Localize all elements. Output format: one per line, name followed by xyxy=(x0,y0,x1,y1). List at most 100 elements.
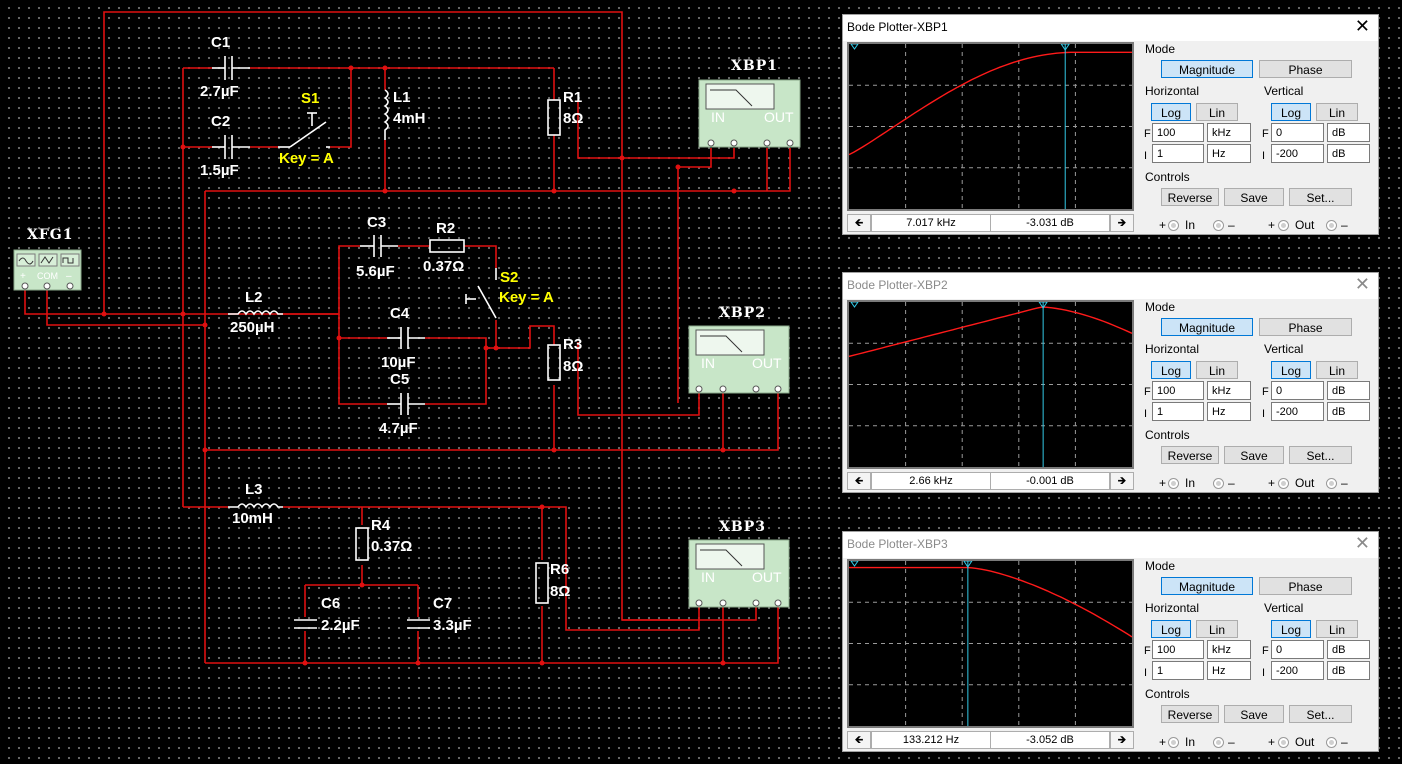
bode-window-xbp3[interactable]: Bode Plotter-XBP3 ✕ 🡸 133.212 Hz -3.052 … xyxy=(842,531,1379,752)
resistor-r2[interactable]: R2 0.37Ω xyxy=(423,220,465,275)
save-button[interactable]: Save xyxy=(1224,705,1284,723)
vertical-lin-button[interactable]: Lin xyxy=(1316,361,1358,379)
in-minus-terminal[interactable] xyxy=(1213,737,1224,748)
inductor-l3[interactable]: L3 10mH xyxy=(228,481,283,527)
capacitor-c1[interactable]: C1 2.7µF xyxy=(200,34,250,100)
left-cursor-marker-icon[interactable] xyxy=(850,44,859,50)
bode-plot-screen[interactable] xyxy=(847,559,1134,728)
vertical-lin-button[interactable]: Lin xyxy=(1316,620,1358,638)
out-plus-terminal[interactable] xyxy=(1278,478,1289,489)
vertical-final-unit[interactable]: dB xyxy=(1327,381,1370,400)
vertical-final-input[interactable]: 0 xyxy=(1271,640,1324,659)
phase-button[interactable]: Phase xyxy=(1259,577,1352,595)
function-generator-xfg1[interactable]: XFG1 + COM – xyxy=(13,227,82,291)
horizontal-final-input[interactable]: 100 xyxy=(1152,381,1204,400)
bode-plotter-xbp1[interactable]: XBP1 IN OUT xyxy=(698,58,801,148)
bode-plotter-xbp3[interactable]: XBP3 IN OUT xyxy=(688,519,790,608)
bode-plotter-xbp2[interactable]: XBP2 IN OUT xyxy=(688,305,790,394)
cursor-right-arrow-icon[interactable]: 🡺 xyxy=(1110,731,1134,749)
vertical-final-input[interactable]: 0 xyxy=(1271,123,1324,142)
horizontal-final-unit[interactable]: kHz xyxy=(1207,381,1251,400)
capacitor-c4[interactable]: C4 10µF xyxy=(381,305,425,371)
window-titlebar[interactable]: Bode Plotter-XBP3 ✕ xyxy=(843,532,1378,558)
out-minus-terminal[interactable] xyxy=(1326,478,1337,489)
horizontal-final-input[interactable]: 100 xyxy=(1152,123,1204,142)
horizontal-initial-input[interactable]: 1 xyxy=(1152,144,1204,163)
save-button[interactable]: Save xyxy=(1224,188,1284,206)
vertical-initial-unit[interactable]: dB xyxy=(1327,661,1370,680)
bode-window-xbp2[interactable]: Bode Plotter-XBP2 ✕ 🡸 2.66 kHz -0.001 dB… xyxy=(842,272,1379,493)
switch-s1[interactable]: S1 Key = A xyxy=(278,90,334,167)
horizontal-final-unit[interactable]: kHz xyxy=(1207,123,1251,142)
magnitude-button[interactable]: Magnitude xyxy=(1161,577,1253,595)
out-minus-terminal[interactable] xyxy=(1326,737,1337,748)
vertical-initial-input[interactable]: -200 xyxy=(1271,402,1324,421)
vertical-final-unit[interactable]: dB xyxy=(1327,123,1370,142)
out-plus-terminal[interactable] xyxy=(1278,220,1289,231)
cursor-left-arrow-icon[interactable]: 🡸 xyxy=(847,214,871,232)
resistor-r4[interactable]: R4 0.37Ω xyxy=(355,517,412,561)
magnitude-button[interactable]: Magnitude xyxy=(1161,318,1253,336)
save-button[interactable]: Save xyxy=(1224,446,1284,464)
vertical-initial-unit[interactable]: dB xyxy=(1327,402,1370,421)
horizontal-initial-unit[interactable]: Hz xyxy=(1207,402,1251,421)
horizontal-initial-unit[interactable]: Hz xyxy=(1207,661,1251,680)
in-minus-terminal[interactable] xyxy=(1213,220,1224,231)
horizontal-lin-button[interactable]: Lin xyxy=(1196,103,1238,121)
left-cursor-marker-icon[interactable] xyxy=(850,302,859,308)
reverse-button[interactable]: Reverse xyxy=(1161,446,1219,464)
vertical-lin-button[interactable]: Lin xyxy=(1316,103,1358,121)
vertical-initial-unit[interactable]: dB xyxy=(1327,144,1370,163)
inductor-l1[interactable]: L1 4mH xyxy=(383,89,426,140)
horizontal-lin-button[interactable]: Lin xyxy=(1196,620,1238,638)
magnitude-button[interactable]: Magnitude xyxy=(1161,60,1253,78)
cursor-right-arrow-icon[interactable]: 🡺 xyxy=(1110,214,1134,232)
bode-plot-screen[interactable] xyxy=(847,300,1134,469)
reverse-button[interactable]: Reverse xyxy=(1161,188,1219,206)
vertical-initial-input[interactable]: -200 xyxy=(1271,144,1324,163)
out-plus-terminal[interactable] xyxy=(1278,737,1289,748)
window-titlebar[interactable]: Bode Plotter-XBP2 ✕ xyxy=(843,273,1378,299)
schematic-canvas[interactable]: C1 2.7µF C2 1.5µF S1 Key = A L1 4mH R1 8… xyxy=(0,0,840,764)
vertical-final-unit[interactable]: dB xyxy=(1327,640,1370,659)
phase-button[interactable]: Phase xyxy=(1259,60,1352,78)
switch-s2[interactable]: S2 Key = A xyxy=(465,268,554,319)
set-button[interactable]: Set... xyxy=(1289,446,1352,464)
bode-window-xbp1[interactable]: Bode Plotter-XBP1 ✕ 🡸 7.017 kHz -3.031 d… xyxy=(842,14,1379,235)
close-icon[interactable]: ✕ xyxy=(1355,274,1370,295)
vertical-initial-input[interactable]: -200 xyxy=(1271,661,1324,680)
horizontal-initial-unit[interactable]: Hz xyxy=(1207,144,1251,163)
window-titlebar[interactable]: Bode Plotter-XBP1 ✕ xyxy=(843,15,1378,41)
cursor-left-arrow-icon[interactable]: 🡸 xyxy=(847,472,871,490)
reverse-button[interactable]: Reverse xyxy=(1161,705,1219,723)
vertical-final-input[interactable]: 0 xyxy=(1271,381,1324,400)
set-button[interactable]: Set... xyxy=(1289,705,1352,723)
vertical-log-button[interactable]: Log xyxy=(1271,103,1311,121)
vertical-log-button[interactable]: Log xyxy=(1271,361,1311,379)
horizontal-log-button[interactable]: Log xyxy=(1151,620,1191,638)
out-minus-terminal[interactable] xyxy=(1326,220,1337,231)
in-minus-terminal[interactable] xyxy=(1213,478,1224,489)
in-plus-terminal[interactable] xyxy=(1168,737,1179,748)
capacitor-c6[interactable]: C6 2.2µF xyxy=(294,595,360,634)
horizontal-final-input[interactable]: 100 xyxy=(1152,640,1204,659)
capacitor-c3[interactable]: C3 5.6µF xyxy=(356,214,398,280)
phase-button[interactable]: Phase xyxy=(1259,318,1352,336)
in-plus-terminal[interactable] xyxy=(1168,478,1179,489)
in-plus-terminal[interactable] xyxy=(1168,220,1179,231)
cursor-left-arrow-icon[interactable]: 🡸 xyxy=(847,731,871,749)
capacitor-c7[interactable]: C7 3.3µF xyxy=(407,595,472,634)
cursor-right-arrow-icon[interactable]: 🡺 xyxy=(1110,472,1134,490)
close-icon[interactable]: ✕ xyxy=(1355,533,1370,554)
capacitor-c2[interactable]: C2 1.5µF xyxy=(200,113,250,179)
vertical-log-button[interactable]: Log xyxy=(1271,620,1311,638)
bode-plot-screen[interactable] xyxy=(847,42,1134,211)
close-icon[interactable]: ✕ xyxy=(1355,16,1370,37)
set-button[interactable]: Set... xyxy=(1289,188,1352,206)
horizontal-final-unit[interactable]: kHz xyxy=(1207,640,1251,659)
left-cursor-marker-icon[interactable] xyxy=(850,561,859,567)
horizontal-initial-input[interactable]: 1 xyxy=(1152,661,1204,680)
horizontal-log-button[interactable]: Log xyxy=(1151,103,1191,121)
horizontal-initial-input[interactable]: 1 xyxy=(1152,402,1204,421)
horizontal-lin-button[interactable]: Lin xyxy=(1196,361,1238,379)
